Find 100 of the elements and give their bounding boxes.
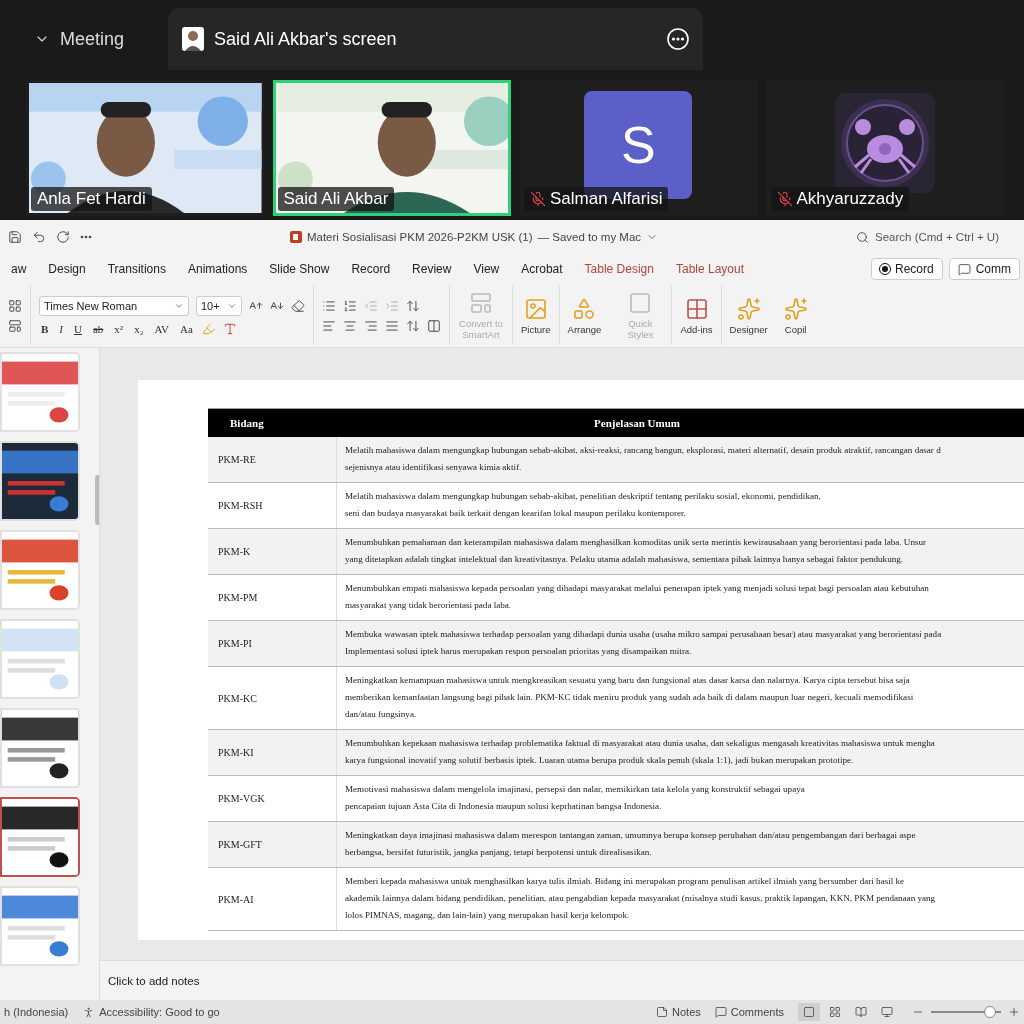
notes-button[interactable]: Notes bbox=[672, 1006, 701, 1018]
format-button[interactable]: U bbox=[72, 322, 84, 335]
highlighter-icon bbox=[201, 321, 216, 336]
column-header: Penjelasan Umum bbox=[593, 417, 681, 429]
table-cell-text: Membuka wawasan iptek mahasiswa terhadap persoalan yang dihadapi dunia usaha (usaha mikro sampai perusahaan besar) atau masyarakat yang berorientasi pada Implementasi solusi iptek harus merupakan respon persoalan prioritas yang disampaikan mitra. bbox=[345, 628, 942, 658]
mic-off-icon bbox=[776, 191, 793, 207]
ribbon-tab[interactable]: Table Design bbox=[573, 262, 665, 276]
zoom-thumb[interactable] bbox=[984, 1006, 997, 1018]
table-cell-text: PKM-K bbox=[217, 545, 252, 559]
ribbon-tab[interactable]: Record bbox=[340, 262, 402, 276]
command-icon bbox=[628, 291, 653, 315]
table-cell-text: PKM-VGK bbox=[217, 792, 266, 806]
comments-toggle[interactable]: Comments bbox=[730, 1006, 784, 1018]
table-cell-text: PKM-KI bbox=[217, 746, 255, 760]
ribbon-tab[interactable]: Table Layout bbox=[664, 262, 755, 276]
comment-button[interactable]: Comm bbox=[948, 258, 1020, 280]
table-cell-text: PKM-GFT bbox=[217, 838, 263, 852]
table-cell-text: PKM-PM bbox=[217, 591, 259, 605]
align-left-icon bbox=[322, 318, 336, 333]
redo-icon bbox=[56, 230, 70, 244]
document-title: Materi Sosialisasi PKM 2026-P2KM USK (1) bbox=[306, 231, 533, 243]
font-color-icon bbox=[222, 321, 237, 336]
table-cell-text: PKM-RE bbox=[217, 453, 257, 467]
accessibility-status[interactable]: Accessibility: Good to go bbox=[99, 1006, 220, 1018]
table-cell-text: Meningkatkan daya imajinasi mahasiswa dalam merespon tantangan zaman, umumnya berupa konsep perubahan dan/atau pengembangan dari berbagai aspe berbangsa, bersifat futuristik, jangka panjang, tetapi berpotensi untuk direalisasikan. bbox=[345, 829, 916, 859]
notes-icon bbox=[656, 1006, 669, 1018]
participant-tile[interactable]: S Salman Alfarisi bbox=[519, 80, 758, 216]
ribbon-command[interactable]: Designer bbox=[723, 296, 774, 335]
indent-icon bbox=[385, 298, 399, 313]
ribbon-tab[interactable]: Transitions bbox=[96, 262, 177, 276]
book-icon bbox=[855, 1006, 867, 1018]
participant-name: Anla Fet Hardi bbox=[37, 189, 146, 209]
font-field[interactable]: Times New Roman bbox=[39, 295, 189, 316]
table-cell-text: Memberi kepada mahasiswa untuk menghasilkan karya tulis ilmiah. Bidang ini merupakan program penulisan artikel ilmiah yang bersumber dari hasil ke akademik lainnya dalam bidang pendidikan, penelitian, atau pengabdian kepada masyarakat (misalnya studi kasus, praktik lapangan, KKN, PKM pendanaan yang lolos PIMNAS, magang, dan lain-lain) yang merupakan hasil kerja kelompok. bbox=[345, 875, 936, 922]
command-icon bbox=[523, 296, 548, 321]
participant-tile[interactable]: Said Ali Akbar bbox=[272, 80, 511, 216]
command-icon bbox=[783, 296, 808, 321]
table-cell-text: Memotivasi mahasiswa dalam mengelola imajinasi, persepsi dan nalar, memikirkan tata kelola yang konstruktif sebagai upaya pencapaian tujuan Asta Cita di Indonesia maupun solusi keprhatinan bangsa Indonesia. bbox=[345, 783, 805, 813]
format-button[interactable]: x² bbox=[112, 322, 126, 335]
record-button[interactable]: Record bbox=[870, 258, 943, 280]
table-cell-text: Melatih mahasiswa dalam mengungkap hubungan sebab-akibat, aksi-reaksi, rancang bangun, eksplorasi, materi alternatif, desain produk atraktif, rancangan dasar d sejenisnya atau identifikasi senyawa kimia aktif. bbox=[345, 444, 941, 474]
table-cell-text: Meningkatkan kemampuan mahasiswa untuk mengkreasikan sesuatu yang baru dan fungsional atas dasar karsa dan nalarnya. Karya cipta tersebut bisa saja memberikan kemanfaatan langsung bagi pihak lain. PKM-KC tidak meniru produk yang sudah ada baik di dalam maupun luar negeri, kecuali memodifikasi dan/atau fungsinya. bbox=[345, 674, 914, 721]
undo-icon bbox=[32, 230, 46, 244]
table-cell-text: PKM-AI bbox=[217, 892, 255, 907]
format-button[interactable]: Aa bbox=[178, 322, 195, 335]
language-status[interactable]: h (Indonesia) bbox=[4, 1006, 69, 1018]
tab-label: Meeting bbox=[60, 28, 125, 50]
table-cell-text: PKM-RSH bbox=[217, 499, 264, 513]
search-field[interactable]: Search (Cmd + Ctrl + U) bbox=[856, 230, 1016, 244]
more-icon[interactable] bbox=[666, 28, 689, 50]
comment-icon bbox=[714, 1006, 727, 1018]
participant-tile[interactable]: Akhyaruzzady bbox=[765, 80, 1004, 216]
bullets-icon bbox=[322, 298, 336, 313]
grid-icon bbox=[829, 1006, 841, 1018]
save-icon bbox=[8, 230, 22, 244]
table-cell-text: Melatih mahasiswa dalam mengungkap hubungan sebab-akibat, penelitian deskriptif tentang perilaku sosial, ekonomi, pendidikan, seni dan budaya masyarakat baik terkait dengan kearifan lokal maupun perilaku kontemporer. bbox=[345, 490, 821, 520]
ribbon-tab[interactable]: aw bbox=[0, 262, 38, 276]
participant-tile[interactable]: Anla Fet Hardi bbox=[26, 80, 265, 216]
participant-name: Akhyaruzzady bbox=[796, 189, 904, 209]
command-icon bbox=[572, 296, 597, 321]
meeting-tab[interactable]: Said Ali Akbar's screen bbox=[168, 8, 703, 70]
command-icon bbox=[469, 291, 493, 315]
more-icon[interactable] bbox=[80, 235, 92, 239]
format-button[interactable]: I bbox=[57, 322, 65, 335]
ribbon-tab[interactable]: Review bbox=[401, 262, 463, 276]
ribbon-command[interactable]: Arrange bbox=[561, 296, 608, 335]
numbering-icon bbox=[343, 298, 357, 313]
ribbon-tab[interactable]: View bbox=[462, 262, 511, 276]
meeting-tab[interactable]: Meeting bbox=[20, 8, 139, 70]
normal-view-button[interactable] bbox=[798, 1003, 820, 1021]
command-icon bbox=[736, 296, 761, 321]
format-button[interactable]: ab bbox=[90, 322, 106, 335]
search-icon bbox=[856, 230, 869, 244]
ribbon-command[interactable]: Picture bbox=[515, 296, 557, 335]
columns-icon bbox=[427, 318, 441, 333]
ribbon-tab[interactable]: Animations bbox=[176, 262, 259, 276]
layout-icon bbox=[8, 298, 22, 313]
ribbon-tab[interactable]: Design bbox=[37, 262, 97, 276]
format-button[interactable]: AV bbox=[152, 322, 171, 335]
monitor-icon bbox=[881, 1006, 893, 1018]
table-cell-text: Menumbuhkan empati mahasiswa kepada persoalan yang dihadapi masyarakat melalui penerapan iptek yang menjadi solusi tepat bagi persoalan atau kebutuhan masyarakat yang tidak berorientasi pada laba. bbox=[345, 582, 929, 612]
table-cell-text: PKM-KC bbox=[217, 691, 258, 706]
comment-icon bbox=[957, 262, 971, 276]
outdent-icon bbox=[364, 298, 378, 313]
normal-view-icon bbox=[803, 1006, 815, 1018]
document-icon bbox=[289, 231, 302, 243]
table-cell-text: Menumbuhkan kepekaan mahasiswa terhadap problematika faktual di masyarakat atau dunia usaha, dan sekaligus mengasah kreativitas mahasiswa untuk mengha karya fungsional inovatif yang solutif berbasis iptek. Luaran utama berupa produk skala penuh (skala 1:1), jadi bukan merupakan prototipe. bbox=[345, 737, 935, 767]
align-center-icon bbox=[343, 318, 357, 333]
ribbon-tab[interactable]: Slide Show bbox=[258, 262, 341, 276]
mic-off-icon bbox=[530, 191, 546, 207]
format-button[interactable]: x₂ bbox=[132, 322, 146, 335]
align-right-icon bbox=[364, 318, 378, 333]
ribbon-tab[interactable]: Acrobat bbox=[510, 262, 574, 276]
font-size-field[interactable]: 10+ bbox=[196, 295, 242, 316]
ribbon-command[interactable]: Copil bbox=[777, 296, 814, 335]
participant-name: Said Ali Akbar bbox=[283, 189, 389, 209]
save-status[interactable]: — Saved to my Mac bbox=[537, 231, 642, 243]
ribbon-command[interactable]: Add-ins bbox=[674, 296, 719, 335]
format-button[interactable]: B bbox=[39, 322, 51, 335]
column-header: Bidang bbox=[229, 417, 265, 429]
